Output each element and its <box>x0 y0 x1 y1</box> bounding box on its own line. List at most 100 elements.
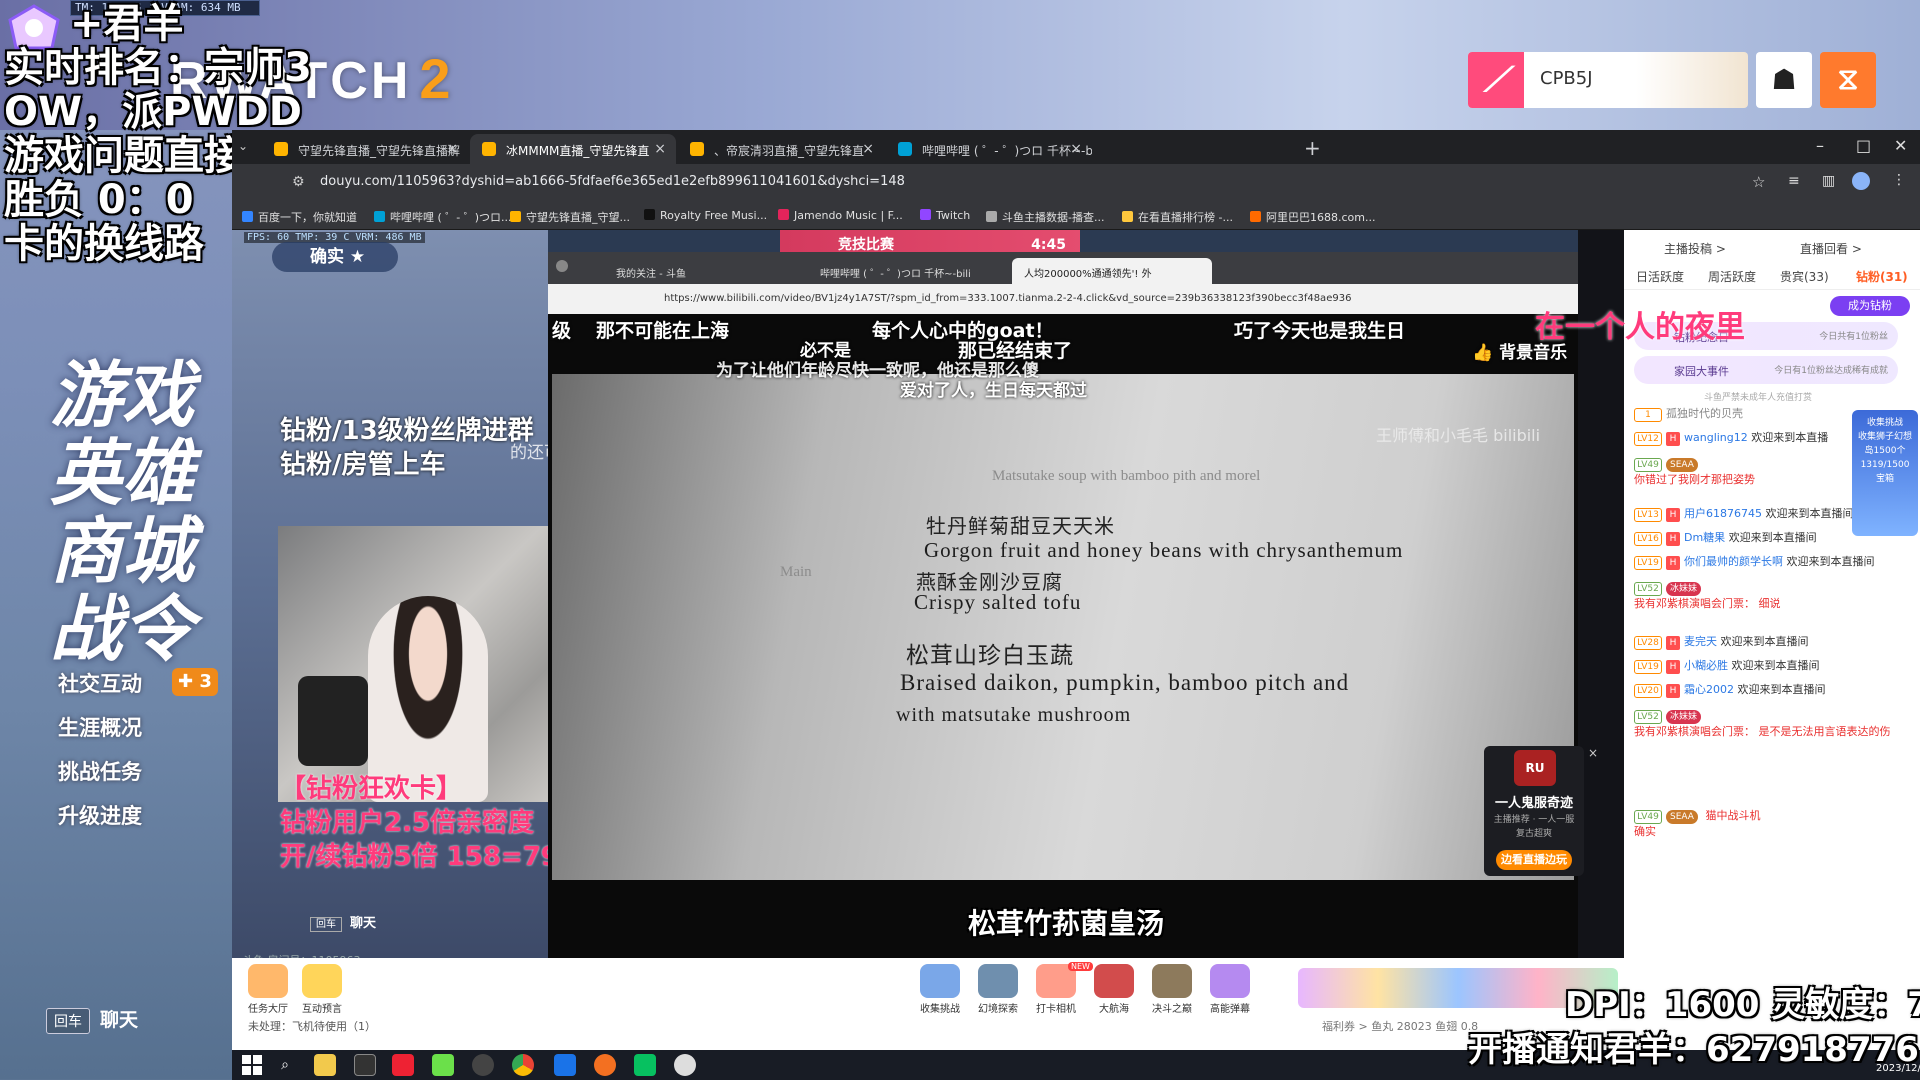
netease-music-icon[interactable] <box>392 1054 414 1076</box>
headset-icon: ☗ <box>1756 52 1812 108</box>
streamer-name: +君羊 <box>70 1 184 47</box>
search-icon[interactable]: ⌕ <box>274 1054 296 1076</box>
collect-icon <box>920 964 960 998</box>
bookmark-6[interactable]: Twitch <box>920 209 970 222</box>
task-hall-button[interactable]: 任务大厅 <box>244 964 292 1016</box>
overwatch-icon[interactable] <box>594 1054 616 1076</box>
bookmark-9[interactable]: 阿里巴巴1688.com... <box>1250 209 1375 225</box>
stream-chat-bar: 回车 聊天 <box>310 912 376 932</box>
minor-notice: 斗鱼严禁未成年人充值打赏 <box>1704 393 1813 403</box>
tab-diamond[interactable]: 钻粉(31) <box>1856 268 1908 285</box>
predict-icon <box>302 964 342 998</box>
interact-predict-button[interactable]: 互动预言 <box>298 964 346 1016</box>
minimize-button[interactable]: – <box>1816 136 1824 155</box>
start-windows-icon[interactable] <box>242 1055 262 1075</box>
maximize-button[interactable]: □ <box>1856 136 1871 155</box>
tab-3[interactable]: 、帝宸清羽直播_守望先锋直 × <box>678 134 884 164</box>
tab-vip[interactable]: 贵宾(33) <box>1780 268 1829 285</box>
tab-weekly[interactable]: 周活跃度 <box>1708 268 1756 285</box>
game-ad-sub: 主播推荐 · 一人一服 <box>1493 815 1575 825</box>
tab-close-icon[interactable]: × <box>446 141 458 157</box>
nested-url[interactable]: https://www.bilibili.com/video/BV1jz4y1A… <box>548 284 1578 314</box>
bookmark-3[interactable]: 守望先锋直播_守望... <box>510 209 630 225</box>
menu-challenges: 挑战任务 <box>58 760 142 784</box>
menu-progress: 升级进度 <box>58 804 142 828</box>
tab-search-icon[interactable]: ⌄ <box>238 139 248 153</box>
profile-avatar[interactable] <box>1852 172 1870 190</box>
rank-line: 实时排名：宗师3 <box>4 45 312 91</box>
stream-player[interactable]: FPS: 60 TMP: 39 C VRM: 486 MB 确实 ★ 竞技比赛 4… <box>232 230 1598 967</box>
voyage-button[interactable]: 大航海 <box>1090 964 1138 1016</box>
microphone-icon <box>298 676 368 766</box>
nested-tab-3[interactable]: 人均200000%通通领先'! 外 <box>1012 258 1212 284</box>
douyu-icon <box>274 142 288 156</box>
site-info-icon[interactable]: ⚙ <box>292 174 305 190</box>
tab-1[interactable]: 守望先锋直播_守望先锋直播解 × <box>262 134 468 164</box>
douyu-icon <box>482 142 496 156</box>
new-tab-button[interactable]: + <box>1304 136 1321 160</box>
anchor-posts-link[interactable]: 主播投稿 > <box>1664 240 1726 257</box>
home-event-banner[interactable]: 家园大事件 今日有1位粉丝达成稀有成就 <box>1634 356 1898 384</box>
replay-link[interactable]: 直播回看 > <box>1800 240 1862 257</box>
app-icon-4[interactable] <box>674 1054 696 1076</box>
game-ad-button[interactable]: 边看直播边玩 <box>1496 850 1572 870</box>
duel-button[interactable]: 决斗之巅 <box>1148 964 1196 1016</box>
bookmark-8[interactable]: 在看直播排行榜 -... <box>1122 209 1233 225</box>
sidepanel-icon[interactable]: ▥ <box>1822 173 1835 189</box>
back-key-label: 回车 <box>46 1008 90 1034</box>
bookmark-5[interactable]: Jamendo Music | F... <box>778 209 903 222</box>
chrome-icon[interactable] <box>512 1054 534 1076</box>
tab-close-icon[interactable]: × <box>862 141 874 157</box>
collect-button[interactable]: 收集挑战 <box>916 964 964 1016</box>
camera-button[interactable]: 打卡相机 <box>1032 964 1080 1016</box>
menu-dots-icon[interactable]: ⋮ <box>1892 172 1906 188</box>
close-window-button[interactable]: ✕ <box>1894 136 1907 155</box>
obs-icon[interactable] <box>472 1054 494 1076</box>
folder-icon[interactable] <box>314 1054 336 1076</box>
bookmark-2[interactable]: 哔哩哔哩 ( ゜- ゜)つロ... <box>374 209 512 225</box>
code-widget: ⟋ CPB5J <box>1468 52 1748 108</box>
emote-badge: 确实 ★ <box>272 242 398 272</box>
collect-challenge-widget[interactable]: 收集挑战 收集狮子幻想 岛1500个 1319/1500 宝箱 <box>1852 410 1918 536</box>
tab-daily[interactable]: 日活跃度 <box>1636 268 1684 285</box>
bookmarks-bar: 百度一下，你就知道 哔哩哔哩 ( ゜- ゜)つロ... 守望先锋直播_守望...… <box>232 202 1920 230</box>
nested-tab-1[interactable]: 我的关注 - 斗鱼 <box>604 258 804 284</box>
address-bar: ⚙ douyu.com/1105963?dyshid=ab1666-5fdfae… <box>232 164 1920 202</box>
highlight-danmaku-button[interactable]: 高能弹幕 <box>1206 964 1254 1016</box>
tab-2[interactable]: 冰MMMM直播_守望先锋直 × <box>470 134 676 164</box>
game-ad-card[interactable]: RU 一人鬼服奇迹 主播推荐 · 一人一服 复古超爽 边看直播边玩 <box>1484 746 1584 876</box>
chat-header: 主播投稿 > 直播回看 > 日活跃度 周活跃度 贵宾(33) 钻粉(31) <box>1624 230 1920 290</box>
bilibili-watermark: 王师傅和小毛毛 bilibili <box>1376 426 1541 445</box>
app-icon-3[interactable] <box>554 1054 576 1076</box>
menu-frame: Matsutake soup with bamboo pith and more… <box>552 374 1574 880</box>
become-diamond-button[interactable]: 成为钻粉 <box>1830 296 1910 316</box>
game-ad-logo: RU <box>1514 750 1556 786</box>
tab-close-icon[interactable]: × <box>1070 141 1082 157</box>
chat-message: LV49 SEAA 猫中战斗机 确实 <box>1634 809 1761 838</box>
chat-message: LV28 H 麦完天 欢迎来到本直播间 <box>1634 634 1910 650</box>
tab-4[interactable]: 哔哩哔哩 ( ゜- ゜)つロ 千杯~-b × <box>886 134 1092 164</box>
bottom-toolbar: 任务大厅 互动预言 收集挑战 幻境探索 打卡相机 NEW 大航海 决斗之巅 高能… <box>232 958 1624 1050</box>
overlay-line-4: 卡的换线路 <box>4 221 204 267</box>
tab-close-icon[interactable]: × <box>654 141 666 157</box>
reading-list-icon[interactable]: ≡ <box>1788 173 1800 189</box>
bookmark-7[interactable]: 斗鱼主播数据-播查... <box>986 209 1104 225</box>
bilibili-video[interactable]: Matsutake soup with bamboo pith and more… <box>548 314 1578 958</box>
app-icon-2[interactable] <box>432 1054 454 1076</box>
chat-message-user-12 <box>1625 406 1626 407</box>
bookmark-1[interactable]: 百度一下，你就知道 <box>242 209 357 225</box>
chat-panel: 主播投稿 > 直播回看 > 日活跃度 周活跃度 贵宾(33) 钻粉(31) 成为… <box>1624 230 1920 1050</box>
danmaku-9: 级 <box>552 320 572 342</box>
menu-battlepass: 战令 <box>50 586 195 671</box>
explore-icon <box>978 964 1018 998</box>
star-icon[interactable]: ☆ <box>1752 173 1765 191</box>
explore-button[interactable]: 幻境探索 <box>974 964 1022 1016</box>
nested-tab-bar: 我的关注 - 斗鱼 哔哩哔哩 ( ゜- ゜)つロ 千杯~-bili 人均2000… <box>548 252 1578 284</box>
app-icon-1[interactable] <box>354 1054 376 1076</box>
game-ad-sub2: 复古超爽 <box>1515 829 1552 839</box>
url-field[interactable]: douyu.com/1105963?dyshid=ab1666-5fdfaef6… <box>320 174 905 189</box>
nested-tab-2[interactable]: 哔哩哔哩 ( ゜- ゜)つロ 千杯~-bili <box>808 258 1008 284</box>
game-ad-close-icon[interactable]: × <box>1588 746 1598 760</box>
bookmark-4[interactable]: Royalty Free Musi... <box>644 209 767 222</box>
wechat-icon[interactable] <box>634 1054 656 1076</box>
